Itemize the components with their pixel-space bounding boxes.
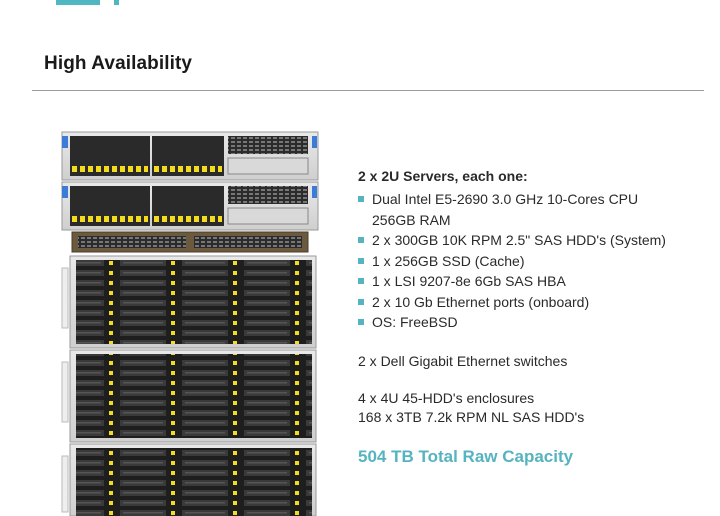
list-item: 2 x 300GB 10K RPM 2.5" SAS HDD's (System…: [358, 230, 708, 251]
bullet-square-icon: [358, 257, 364, 264]
list-item: 2 x 10 Gb Ethernet ports (onboard): [358, 292, 708, 313]
network-switch: [71, 231, 309, 253]
servers-title: 2 x 2U Servers, each one:: [358, 168, 528, 184]
server-spec-list: Dual Intel E5-2690 3.0 GHz 10-Cores CPU …: [358, 189, 708, 333]
server-rack-image: [61, 131, 319, 516]
disk-enclosure: [61, 443, 317, 516]
switches-text: 2 x Dell Gigabit Ethernet switches: [358, 353, 568, 369]
drives-text: 168 x 3TB 7.2k RPM NL SAS HDD's: [358, 409, 585, 425]
enclosures-text: 4 x 4U 45-HDD's enclosures: [358, 390, 535, 406]
bullet-square-icon: [358, 298, 364, 305]
total-capacity: 504 TB Total Raw Capacity: [358, 447, 574, 466]
disk-enclosure: [61, 255, 317, 349]
logo-fragment: [56, 0, 126, 6]
list-item: 1 x 256GB SSD (Cache): [358, 251, 708, 272]
section-heading: High Availability: [44, 53, 193, 74]
list-item: 1 x LSI 9207-8e 6Gb SAS HBA: [358, 271, 708, 292]
server-spec-block: 2 x 2U Servers, each one: Dual Intel E5-…: [358, 168, 708, 333]
bullet-square-icon: [358, 319, 364, 325]
bullet-square-icon: [358, 278, 364, 284]
server-unit: [61, 181, 319, 231]
list-item: OS: FreeBSD: [358, 312, 708, 333]
bullet-square-icon: [358, 237, 364, 243]
list-item: Dual Intel E5-2690 3.0 GHz 10-Cores CPU …: [358, 189, 708, 230]
disk-enclosure: [61, 349, 317, 443]
bullet-square-icon: [358, 196, 364, 202]
divider: [32, 90, 704, 91]
server-unit: [61, 131, 319, 181]
